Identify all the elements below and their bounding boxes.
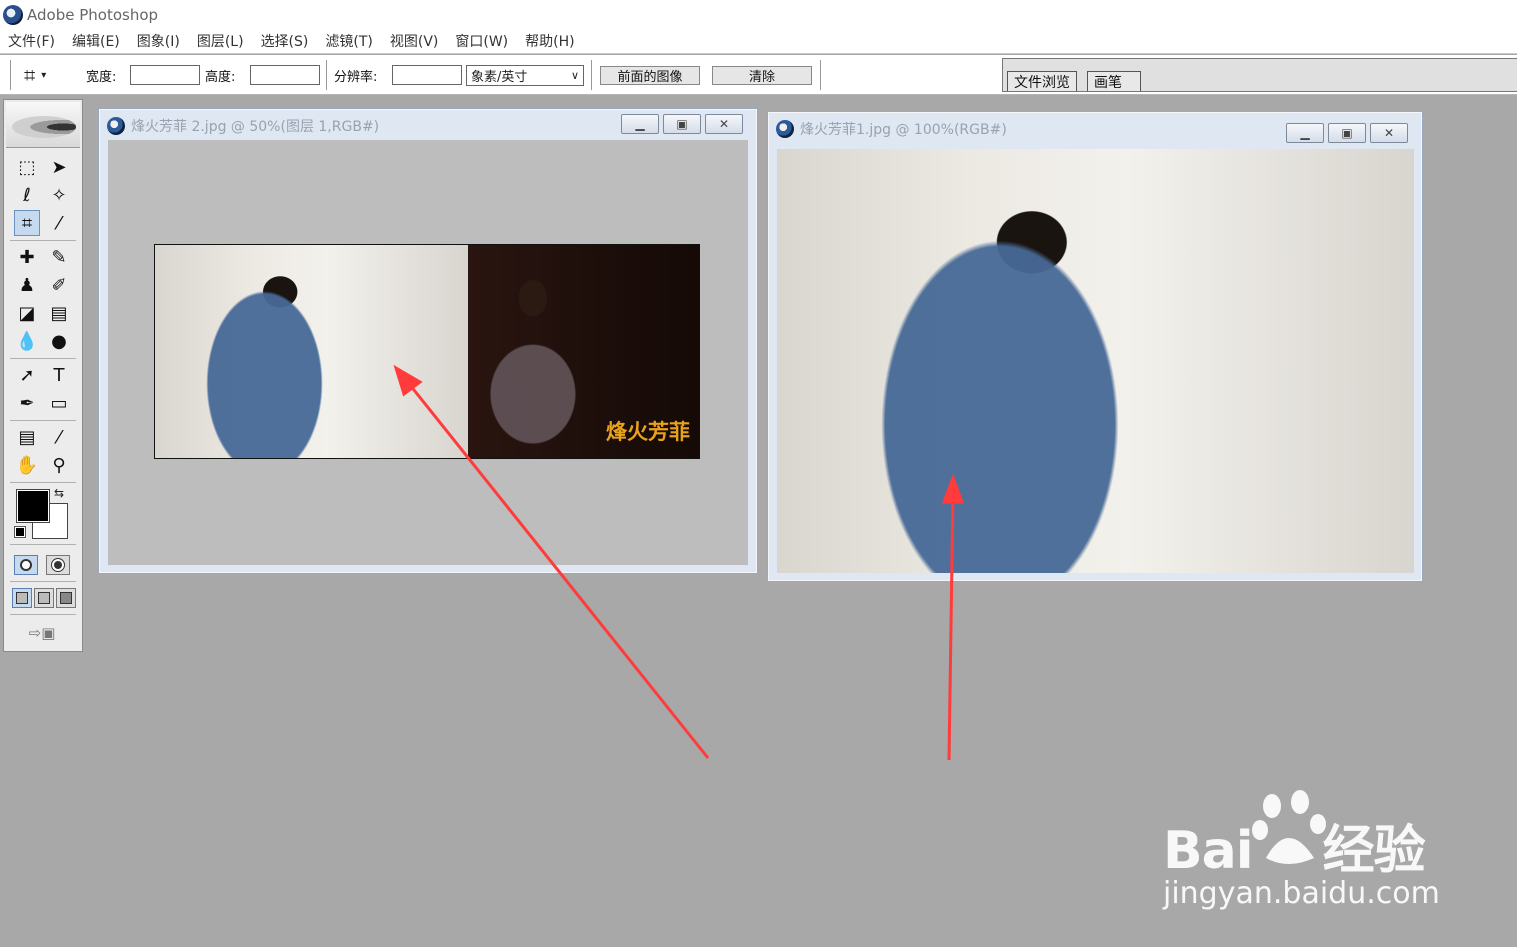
baidu-watermark-site: jingyan.baidu.com: [1163, 876, 1440, 911]
arrow-to-composite: [393, 364, 710, 759]
arrow-to-source: [941, 473, 965, 761]
baidu-paw-logo-icon: [1252, 790, 1326, 864]
watermark-brand-text: Bai: [1163, 821, 1254, 881]
foreground-color-swatch[interactable]: [16, 489, 50, 523]
